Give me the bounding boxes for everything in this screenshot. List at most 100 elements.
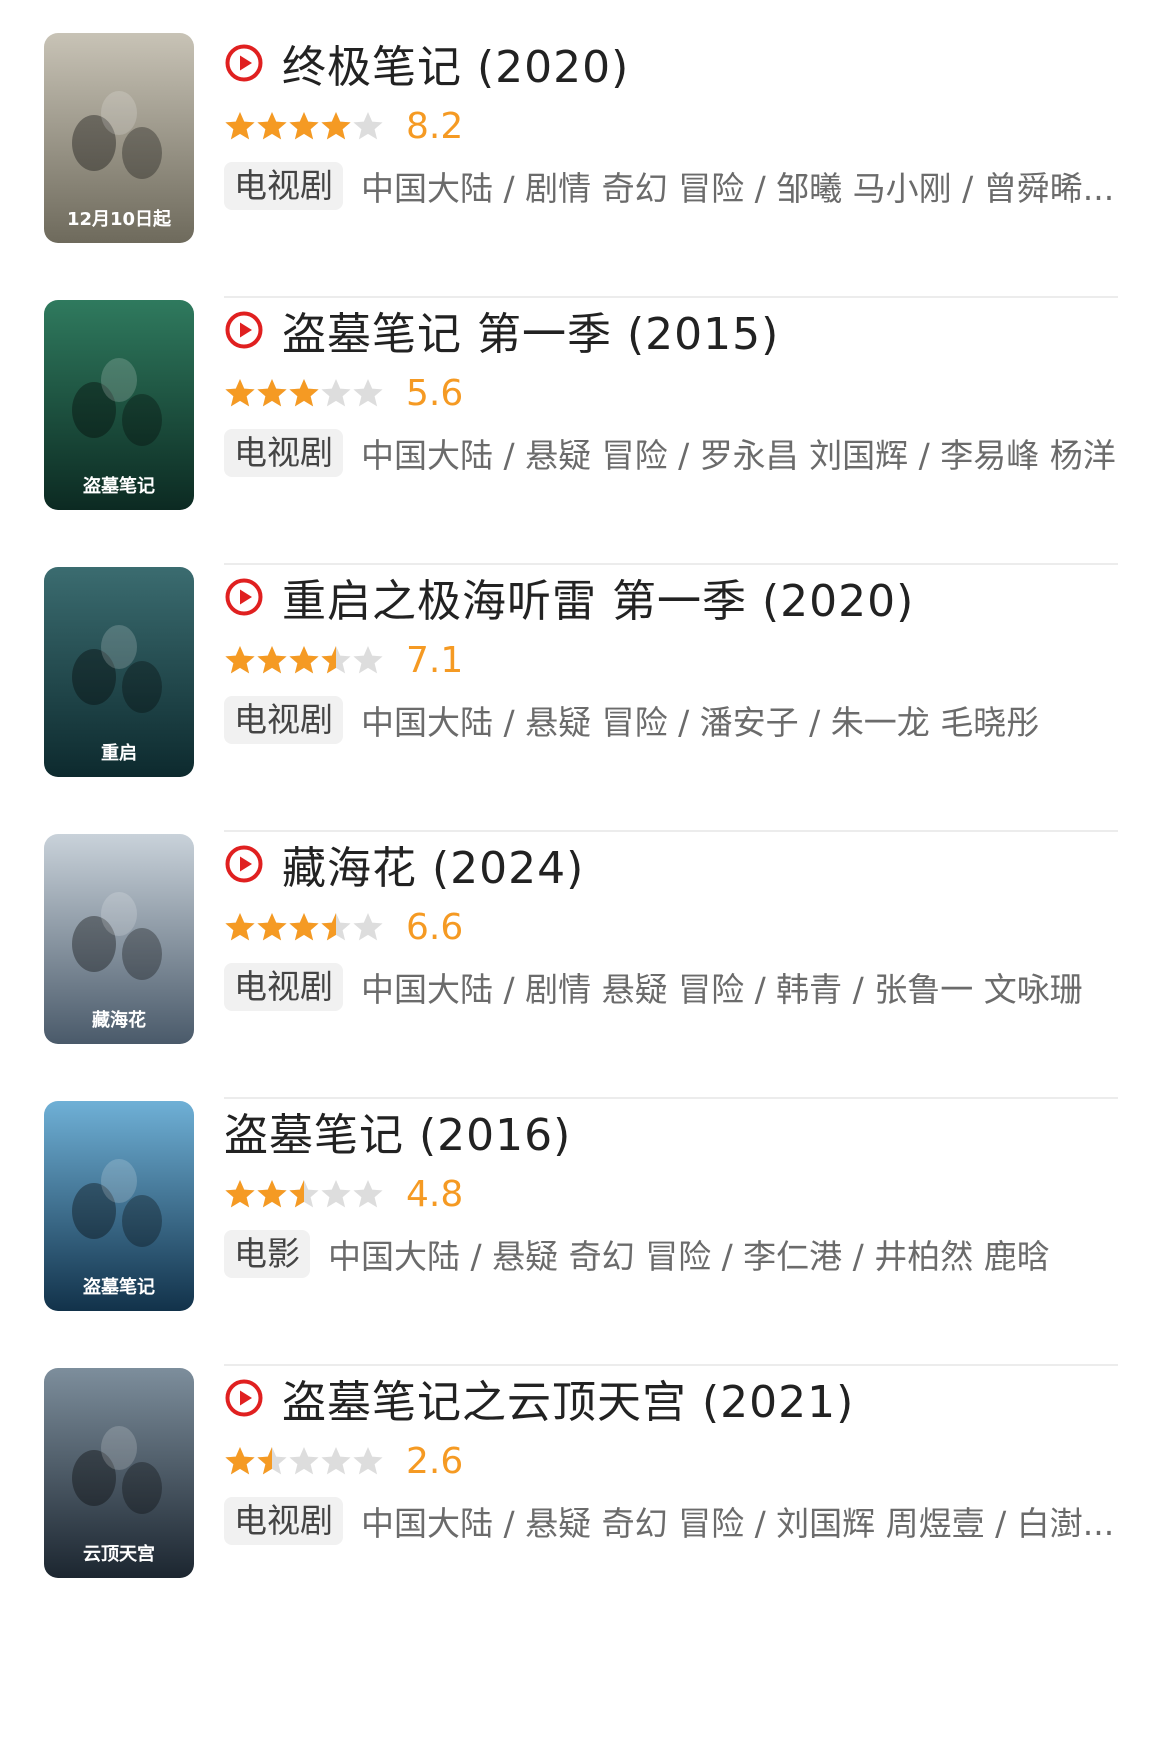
star-rating: [224, 111, 384, 141]
poster-text: 藏海花: [92, 1009, 146, 1031]
play-icon[interactable]: [224, 310, 264, 350]
rating-row: 4.8: [224, 1164, 1130, 1224]
meta-row: 电视剧 中国大陆 / 剧情 奇幻 冒险 / 邹曦 马小刚 / 曾舜晞...: [224, 160, 1130, 212]
item-meta: 中国大陆 / 悬疑 冒险 / 潘安子 / 朱一龙 毛晓彤: [361, 703, 1040, 742]
play-icon[interactable]: [224, 1378, 264, 1418]
rating-row: 5.6: [224, 363, 1130, 423]
rating-row: 7.1: [224, 630, 1130, 690]
list-item[interactable]: 藏海花 藏海花 (2024) 6.6 电视剧 中国大陆 / 剧情 悬疑 冒险 / 韩青 …: [0, 801, 1170, 1099]
type-badge: 电视剧: [224, 696, 343, 744]
star-icon: [257, 1447, 287, 1475]
type-badge: 电视剧: [224, 162, 343, 210]
meta-row: 电视剧 中国大陆 / 剧情 悬疑 冒险 / 韩青 / 张鲁一 文咏珊: [224, 961, 1130, 1013]
title-row: 藏海花 (2024): [224, 834, 1130, 894]
meta-row: 电影 中国大陆 / 悬疑 奇幻 冒险 / 李仁港 / 井柏然 鹿晗: [224, 1228, 1130, 1280]
star-rating: [224, 912, 384, 942]
item-meta: 中国大陆 / 悬疑 奇幻 冒险 / 李仁港 / 井柏然 鹿晗: [328, 1237, 1050, 1276]
rating-row: 8.2: [224, 96, 1130, 156]
star-icon: [225, 913, 255, 941]
item-title[interactable]: 藏海花 (2024): [282, 832, 584, 896]
item-info: 藏海花 (2024) 6.6 电视剧 中国大陆 / 剧情 悬疑 冒险 / 韩青 / 张…: [224, 834, 1130, 1013]
item-info: 终极笔记 (2020) 8.2 电视剧 中国大陆 / 剧情 奇幻 冒险 / 邹曦 马小…: [224, 33, 1130, 212]
title-row: 重启之极海听雷 第一季 (2020): [224, 567, 1130, 627]
poster-thumbnail[interactable]: 藏海花: [44, 834, 194, 1044]
star-icon: [225, 112, 255, 140]
star-icon: [353, 112, 383, 140]
poster-text: 云顶天宫: [83, 1543, 155, 1565]
item-meta: 中国大陆 / 悬疑 奇幻 冒险 / 刘国辉 周煜壹 / 白澍...: [361, 1504, 1115, 1543]
list-item[interactable]: 重启 重启之极海听雷 第一季 (2020) 7.1 电视剧 中国大陆 / 悬疑 冒险 /…: [0, 534, 1170, 832]
rating-score: 5.6: [406, 372, 464, 414]
star-icon: [353, 379, 383, 407]
item-meta: 中国大陆 / 剧情 奇幻 冒险 / 邹曦 马小刚 / 曾舜晞...: [361, 169, 1115, 208]
item-info: 盗墓笔记之云顶天宫 (2021) 2.6 电视剧 中国大陆 / 悬疑 奇幻 冒险 / …: [224, 1368, 1130, 1547]
item-info: 重启之极海听雷 第一季 (2020) 7.1 电视剧 中国大陆 / 悬疑 冒险 / 潘…: [224, 567, 1130, 746]
star-icon: [289, 112, 319, 140]
item-title[interactable]: 盗墓笔记之云顶天宫 (2021): [282, 1366, 854, 1430]
play-icon[interactable]: [224, 577, 264, 617]
star-icon: [289, 646, 319, 674]
star-icon: [257, 646, 287, 674]
item-title[interactable]: 盗墓笔记 (2016): [224, 1099, 571, 1163]
rating-score: 4.8: [406, 1173, 464, 1215]
star-icon: [321, 913, 351, 941]
poster-text: 重启: [101, 742, 137, 764]
poster-thumbnail[interactable]: 盗墓笔记: [44, 1101, 194, 1311]
meta-row: 电视剧 中国大陆 / 悬疑 冒险 / 罗永昌 刘国辉 / 李易峰 杨洋: [224, 427, 1130, 479]
list-item[interactable]: 云顶天宫 盗墓笔记之云顶天宫 (2021) 2.6 电视剧 中国大陆 / 悬疑 奇幻 冒…: [0, 1335, 1170, 1633]
item-meta: 中国大陆 / 剧情 悬疑 冒险 / 韩青 / 张鲁一 文咏珊: [361, 970, 1083, 1009]
star-rating: [224, 1179, 384, 1209]
star-icon: [353, 913, 383, 941]
star-icon: [353, 646, 383, 674]
item-info: 盗墓笔记 (2016) 4.8 电影 中国大陆 / 悬疑 奇幻 冒险 / 李仁港 / …: [224, 1101, 1130, 1280]
poster-text: 12月10日起: [67, 208, 172, 230]
rating-score: 7.1: [406, 639, 464, 681]
star-rating: [224, 1446, 384, 1476]
play-icon[interactable]: [224, 43, 264, 83]
star-icon: [225, 1447, 255, 1475]
star-icon: [289, 1180, 319, 1208]
play-icon[interactable]: [224, 844, 264, 884]
rating-score: 2.6: [406, 1440, 464, 1482]
poster-text: 盗墓笔记: [83, 475, 155, 497]
list-item[interactable]: 盗墓笔记 盗墓笔记 第一季 (2015) 5.6 电视剧 中国大陆 / 悬疑 冒险 / …: [0, 267, 1170, 565]
star-icon: [257, 379, 287, 407]
star-icon: [321, 379, 351, 407]
poster-thumbnail[interactable]: 重启: [44, 567, 194, 777]
star-icon: [257, 913, 287, 941]
star-icon: [289, 379, 319, 407]
item-title[interactable]: 重启之极海听雷 第一季 (2020): [282, 565, 914, 629]
type-badge: 电视剧: [224, 963, 343, 1011]
type-badge: 电视剧: [224, 429, 343, 477]
star-icon: [225, 379, 255, 407]
poster-thumbnail[interactable]: 云顶天宫: [44, 1368, 194, 1578]
star-icon: [257, 112, 287, 140]
poster-thumbnail[interactable]: 12月10日起: [44, 33, 194, 243]
title-row: 终极笔记 (2020): [224, 33, 1130, 93]
poster-thumbnail[interactable]: 盗墓笔记: [44, 300, 194, 510]
rating-row: 6.6: [224, 897, 1130, 957]
meta-row: 电视剧 中国大陆 / 悬疑 冒险 / 潘安子 / 朱一龙 毛晓彤: [224, 694, 1130, 746]
star-icon: [289, 1447, 319, 1475]
star-icon: [225, 1180, 255, 1208]
title-row: 盗墓笔记 第一季 (2015): [224, 300, 1130, 360]
star-icon: [321, 112, 351, 140]
meta-row: 电视剧 中国大陆 / 悬疑 奇幻 冒险 / 刘国辉 周煜壹 / 白澍...: [224, 1495, 1130, 1547]
star-icon: [353, 1180, 383, 1208]
list-item[interactable]: 12月10日起 终极笔记 (2020) 8.2 电视剧 中国大陆 / 剧情 奇幻 冒险 …: [0, 0, 1170, 298]
star-icon: [321, 1180, 351, 1208]
star-icon: [321, 1447, 351, 1475]
poster-text: 盗墓笔记: [83, 1276, 155, 1298]
item-title[interactable]: 盗墓笔记 第一季 (2015): [282, 298, 779, 362]
rating-row: 2.6: [224, 1431, 1130, 1491]
star-rating: [224, 645, 384, 675]
title-row: 盗墓笔记之云顶天宫 (2021): [224, 1368, 1130, 1428]
item-info: 盗墓笔记 第一季 (2015) 5.6 电视剧 中国大陆 / 悬疑 冒险 / 罗永昌 …: [224, 300, 1130, 479]
item-meta: 中国大陆 / 悬疑 冒险 / 罗永昌 刘国辉 / 李易峰 杨洋: [361, 436, 1116, 475]
rating-score: 8.2: [406, 105, 464, 147]
item-title[interactable]: 终极笔记 (2020): [282, 31, 629, 95]
list-item[interactable]: 盗墓笔记 盗墓笔记 (2016) 4.8 电影 中国大陆 / 悬疑 奇幻 冒险 / 李仁…: [0, 1068, 1170, 1366]
type-badge: 电影: [224, 1230, 310, 1278]
rating-score: 6.6: [406, 906, 464, 948]
star-icon: [225, 646, 255, 674]
